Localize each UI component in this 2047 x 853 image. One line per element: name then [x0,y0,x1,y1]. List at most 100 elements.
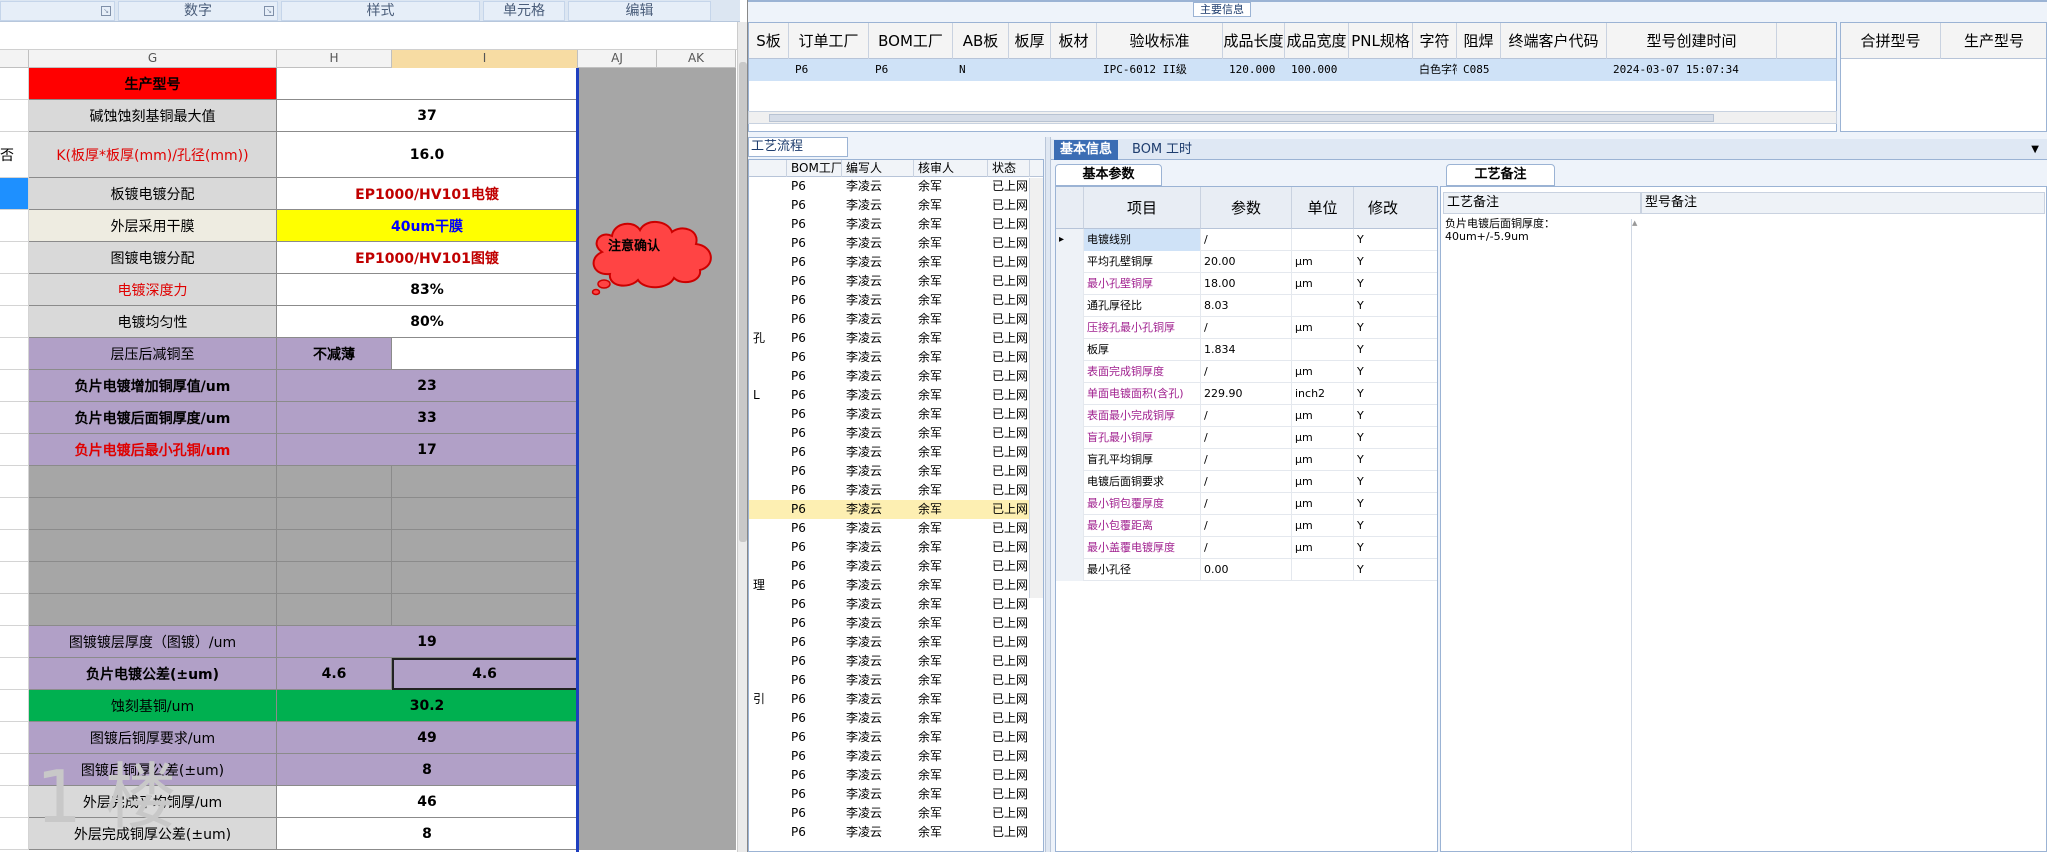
cell-label[interactable] [29,466,277,498]
row-header-cell[interactable] [0,210,29,242]
cell-label[interactable]: 蚀刻基铜/um [29,690,277,722]
row-header-cell[interactable] [0,818,29,850]
process-row[interactable]: P6 李凌云 余军 已上网 [749,557,1043,576]
param-row[interactable]: 最小包覆距离 / μm Y [1056,515,1437,537]
param-row[interactable]: 盲孔最小铜厚 / μm Y [1056,427,1437,449]
param-unit[interactable]: μm [1292,471,1354,493]
callout-cloud[interactable] [582,218,722,296]
cell-empty[interactable] [578,100,736,132]
row-header-cell[interactable]: 否 [0,132,29,178]
cell-label[interactable]: 生产型号 [29,68,277,100]
splitter[interactable] [1045,137,1051,852]
cell-value[interactable]: 46 [277,786,578,818]
scroll-thumb[interactable] [769,114,1714,122]
cell-value[interactable]: 8 [277,754,578,786]
process-row[interactable]: P6 李凌云 余军 已上网 [749,538,1043,557]
main-col-header[interactable]: 字符 [1413,23,1457,59]
process-row[interactable]: P6 李凌云 余军 已上网 [749,766,1043,785]
process-row[interactable]: P6 李凌云 余军 已上网 [749,823,1043,842]
param-unit[interactable]: μm [1292,537,1354,559]
param-row[interactable]: 最小孔壁铜厚 18.00 μm Y [1056,273,1437,295]
param-row[interactable]: 表面最小完成铜厚 / μm Y [1056,405,1437,427]
cell-label[interactable]: 碱蚀蚀刻基铜最大值 [29,100,277,132]
cell-empty[interactable] [578,68,736,100]
cell-empty[interactable] [578,658,736,690]
row-header-cell[interactable] [0,722,29,754]
process-row[interactable]: P6 李凌云 余军 已上网 [749,424,1043,443]
param-value[interactable]: / [1201,427,1292,449]
process-col-header[interactable]: 状态 [988,160,1030,177]
param-unit[interactable]: μm [1292,251,1354,273]
cell-empty[interactable] [578,530,736,562]
main-col-header[interactable]: 成品长度 [1223,23,1285,59]
param-row[interactable]: 最小铜包覆厚度 / μm Y [1056,493,1437,515]
process-col-header[interactable]: BOM工厂 [787,160,842,177]
process-row[interactable]: P6 李凌云 余军 已上网 [749,671,1043,690]
cell-empty[interactable] [578,466,736,498]
main-col-header[interactable]: 订单工厂 [789,23,869,59]
cell-label[interactable] [29,594,277,626]
formula-bar[interactable] [0,22,737,50]
column-header-aj[interactable]: AJ [578,50,657,68]
row-header-cell[interactable] [0,626,29,658]
cell-value[interactable]: 8 [277,818,578,850]
cell-empty[interactable] [578,786,736,818]
row-header-cell[interactable] [0,786,29,818]
cell-empty[interactable] [578,722,736,754]
tab-work-hours[interactable]: 工时 [1160,140,1198,160]
main-col-header[interactable]: 成品宽度 [1285,23,1349,59]
main-cell[interactable]: 白色字符 [1413,59,1457,81]
param-value[interactable]: 1.834 [1201,339,1292,361]
main-cell[interactable] [1501,59,1607,81]
main-cell[interactable]: P6 [789,59,869,81]
param-row[interactable]: 单面电镀面积(含孔) 229.90 inch2 Y [1056,383,1437,405]
process-row[interactable]: P6 李凌云 余军 已上网 [749,405,1043,424]
cell-label[interactable]: 负片电镀后面铜厚度/um [29,402,277,434]
main-col-header[interactable]: 板材 [1051,23,1097,59]
cell-label[interactable]: 负片电镀后最小孔铜/um [29,434,277,466]
param-value[interactable]: / [1201,405,1292,427]
param-unit[interactable]: μm [1292,317,1354,339]
cell-value-h[interactable] [277,498,392,530]
row-header-cell[interactable] [0,306,29,338]
horizontal-scrollbar[interactable] [748,111,1837,124]
process-row[interactable]: P6 李凌云 余军 已上网 [749,253,1043,272]
param-row[interactable]: ▸ 电镀线别 / Y [1056,229,1437,251]
dropdown-arrow-icon[interactable]: ▼ [2031,144,2039,155]
row-header-cell[interactable] [0,690,29,722]
dialog-launcher-icon[interactable]: ↘ [101,6,111,16]
param-unit[interactable]: μm [1292,405,1354,427]
cell-empty[interactable] [578,498,736,530]
cell-empty[interactable] [578,132,736,178]
cell-value[interactable]: 40um干膜 [277,210,578,242]
param-row[interactable]: 最小盖覆电镀厚度 / μm Y [1056,537,1437,559]
cell-value-i[interactable]: 4.6 [392,658,578,690]
col-production-model[interactable]: 生产型号 [1941,23,2047,59]
ribbon-group-styles[interactable]: 样式 [281,1,480,21]
cell-empty[interactable] [578,434,736,466]
basic-params-tab[interactable]: 基本参数 [1055,164,1162,186]
process-col-header[interactable]: 核审人 [914,160,988,177]
param-unit[interactable]: μm [1292,361,1354,383]
row-header-cell[interactable] [0,530,29,562]
process-row[interactable]: P6 李凌云 余军 已上网 [749,196,1043,215]
cell-value[interactable]: 83% [277,274,578,306]
param-unit[interactable]: μm [1292,493,1354,515]
cell-empty[interactable] [578,562,736,594]
scroll-thumb[interactable] [739,62,747,542]
tab-process-flow[interactable]: 工艺流程 [748,137,848,157]
col-merge-model[interactable]: 合拼型号 [1841,23,1941,59]
cell-label[interactable]: 负片电镀增加铜厚值/um [29,370,277,402]
cell-label[interactable]: 图镀电镀分配 [29,242,277,274]
process-row[interactable]: P6 李凌云 余军 已上网 [749,348,1043,367]
process-row[interactable]: P6 李凌云 余军 已上网 [749,728,1043,747]
process-row[interactable]: P6 李凌云 余军 已上网 [749,785,1043,804]
cell-empty[interactable] [578,754,736,786]
cell-empty[interactable] [578,370,736,402]
main-cell[interactable]: P6 [869,59,953,81]
cell-value[interactable]: 80% [277,306,578,338]
main-cell[interactable]: 120.000 [1223,59,1285,81]
param-unit[interactable]: inch2 [1292,383,1354,405]
tab-basic-info[interactable]: 基本信息 [1054,140,1119,160]
row-header-cell[interactable] [0,178,29,210]
